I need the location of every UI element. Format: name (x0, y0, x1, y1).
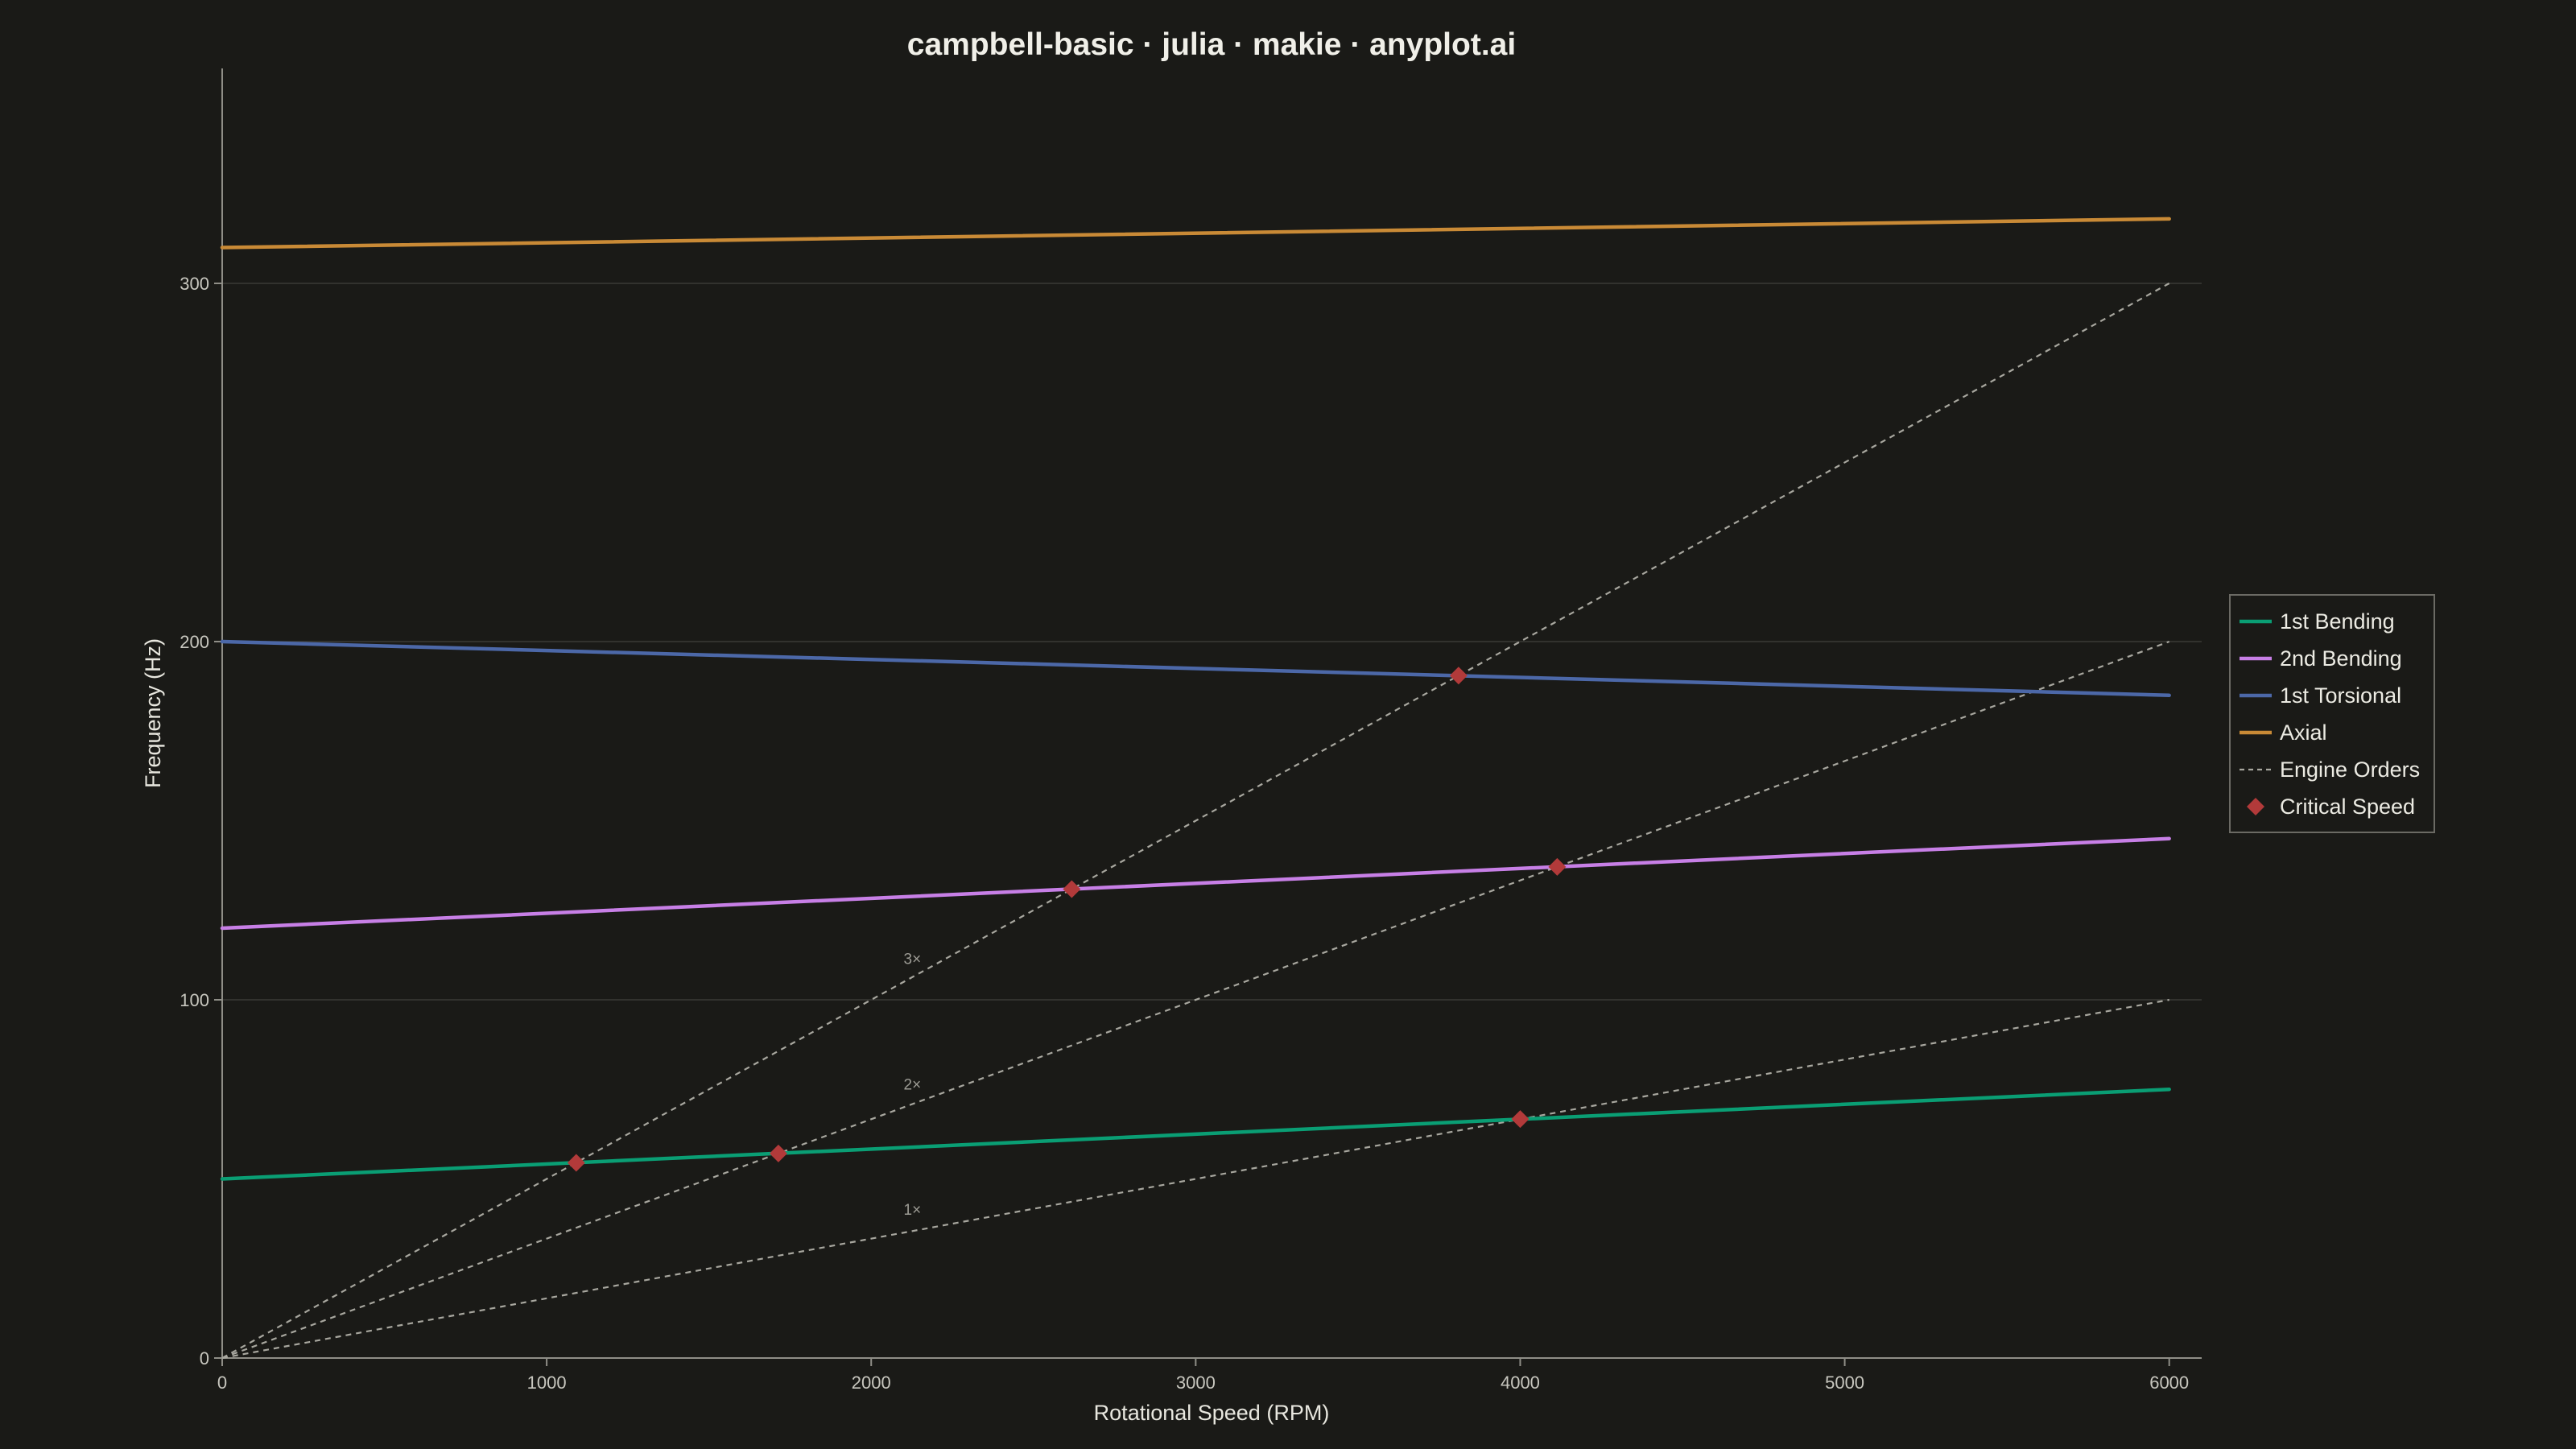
legend-label-engine-orders: Engine Orders (2280, 758, 2420, 782)
y-tick-label: 100 (180, 990, 209, 1010)
x-tick-label: 1000 (527, 1373, 567, 1393)
x-tick-label: 6000 (2149, 1373, 2189, 1393)
y-tick-label: 0 (200, 1348, 209, 1368)
legend-label-1st-bending: 1st Bending (2280, 609, 2395, 634)
legend: 1st Bending 2nd Bending 1st Torsional Axial… (2229, 594, 2435, 833)
engine-order-label-2: 2× (904, 1076, 922, 1093)
campbell-diagram: campbell-basic · julia · makie · anyplot… (0, 0, 2576, 1449)
x-tick-label: 2000 (852, 1373, 891, 1393)
x-tick-label: 3000 (1176, 1373, 1216, 1393)
y-tick-label: 300 (180, 274, 209, 294)
engine-order-label-3: 3× (904, 952, 922, 968)
legend-label-2nd-bending: 2nd Bending (2280, 646, 2402, 671)
x-axis-label: Rotational Speed (RPM) (1094, 1401, 1330, 1425)
y-axis-label: Frequency (Hz) (141, 638, 165, 788)
legend-label-critical-speed: Critical Speed (2280, 795, 2415, 819)
legend-label-1st-torsional: 1st Torsional (2280, 683, 2401, 708)
y-tick-label: 200 (180, 632, 209, 652)
x-tick-label: 0 (217, 1373, 227, 1393)
engine-order-label-1: 1× (904, 1202, 922, 1219)
chart-title: campbell-basic · julia · makie · anyplot… (907, 27, 1516, 62)
legend-label-axial: Axial (2280, 720, 2327, 745)
chart-background (0, 0, 2576, 1449)
x-tick-label: 5000 (1825, 1373, 1864, 1393)
x-tick-label: 4000 (1501, 1373, 1540, 1393)
